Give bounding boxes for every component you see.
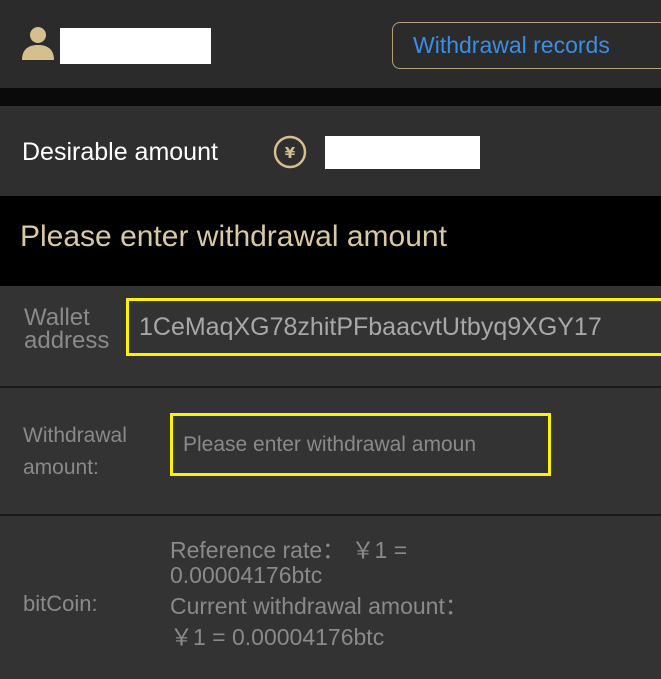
balance-amount-redacted (325, 136, 480, 169)
header: Withdrawal records (0, 0, 661, 88)
current-amount-line2: ￥1 = 0.00004176btc (170, 624, 385, 650)
wallet-label-line2: address (24, 327, 110, 354)
wallet-address-value[interactable]: 1CeMaqXG78zhitPFbaacvtUtbyq9XGY17 (126, 298, 661, 356)
withdrawal-amount-label: Withdrawal amount: (23, 420, 163, 484)
user-icon (22, 27, 54, 60)
bitcoin-rate-row: bitCoin: Reference rate： ￥1 = 0.00004176… (0, 516, 661, 679)
section-title: Please enter withdrawal amount (20, 220, 447, 253)
wallet-address-label: Wallet address (24, 304, 134, 354)
withdrawal-amount-row: Withdrawal amount: (0, 388, 661, 514)
withdrawal-records-button[interactable]: Withdrawal records (392, 22, 661, 69)
svg-text:¥: ¥ (285, 144, 296, 162)
rate-info: Reference rate： ￥1 = 0.00004176btc Curre… (170, 538, 610, 650)
wallet-label-line1: Wallet (24, 304, 90, 331)
amount-label-line2: amount: (23, 456, 99, 479)
divider (0, 88, 661, 106)
amount-label-line1: Withdrawal (23, 424, 127, 447)
balance-label: Desirable amount (22, 138, 218, 166)
withdrawal-amount-input[interactable] (170, 413, 551, 476)
reference-rate-line1: Reference rate： ￥1 = (170, 537, 408, 563)
yuan-coin-icon: ¥ (273, 135, 307, 169)
current-amount-line1: Current withdrawal amount： (170, 593, 468, 619)
wallet-address-row: Wallet address 1CeMaqXG78zhitPFbaacvtUtb… (0, 286, 661, 386)
reference-rate-line2: 0.00004176btc (170, 562, 323, 588)
bitcoin-label: bitCoin: (23, 591, 98, 616)
username-redacted (60, 28, 211, 64)
section-header: Please enter withdrawal amount (0, 196, 661, 286)
